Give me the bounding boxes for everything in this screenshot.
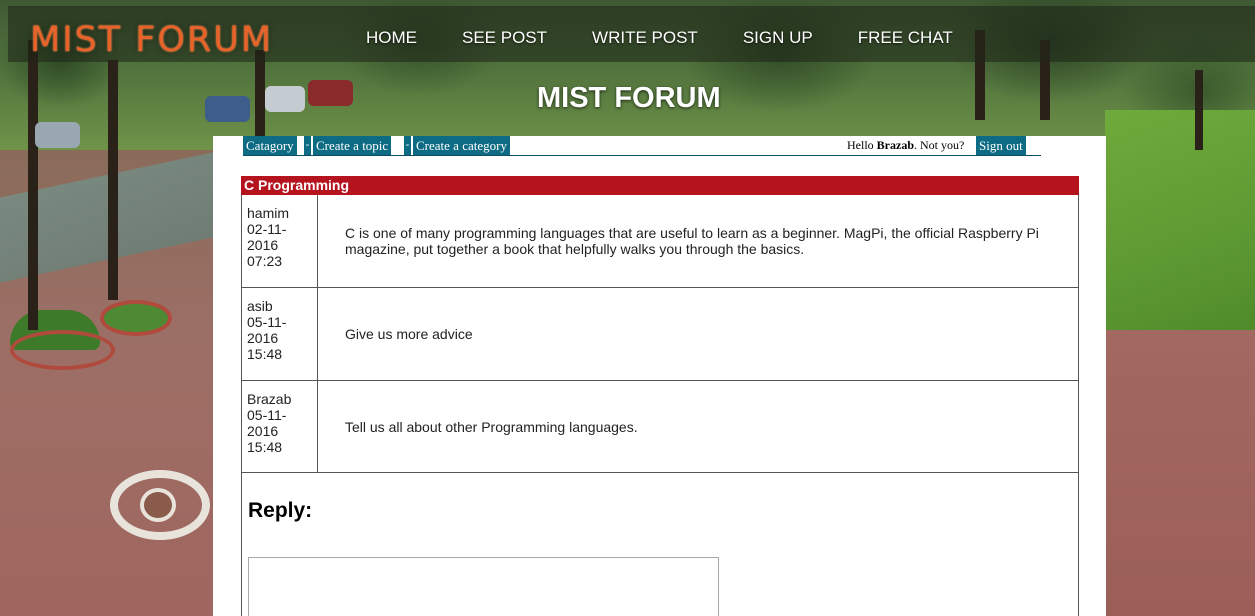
sign-out-button[interactable]: Sign out: [976, 136, 1026, 155]
post-meta: hamim 02-11- 2016 07:23: [242, 195, 318, 287]
category-button[interactable]: Catagory: [243, 136, 297, 155]
post-date: 05-11-: [247, 407, 287, 423]
post-date-year: 2016: [247, 237, 279, 253]
bg-car: [265, 86, 305, 112]
bg-tree-trunk: [1195, 70, 1203, 150]
bg-car: [308, 80, 353, 106]
nav-free-chat[interactable]: FREE CHAT: [858, 28, 953, 48]
post-date-year: 2016: [247, 330, 279, 346]
greeting-suffix: . Not you?: [914, 138, 965, 152]
post-row: asib 05-11- 2016 15:48 Give us more advi…: [241, 288, 1079, 381]
main-nav: HOME SEE POST WRITE POST SIGN UP FREE CH…: [366, 28, 998, 48]
post-text: Tell us all about other Programming lang…: [345, 418, 638, 435]
post-row: hamim 02-11- 2016 07:23 C is one of many…: [241, 195, 1079, 288]
create-category-button[interactable]: Create a category: [413, 136, 510, 155]
reply-section: Reply:: [241, 473, 1079, 616]
bg-tree-trunk: [255, 50, 265, 140]
bg-tree-trunk: [108, 60, 118, 300]
topic-title: C Programming: [241, 176, 1079, 195]
post-text: C is one of many programming languages t…: [345, 225, 1039, 257]
bg-car: [35, 122, 80, 148]
nav-home[interactable]: HOME: [366, 28, 417, 48]
post-date-year: 2016: [247, 423, 279, 439]
site-logo[interactable]: MIST FORUM: [30, 20, 273, 60]
top-nav-bar: MIST FORUM HOME SEE POST WRITE POST SIGN…: [8, 6, 1255, 62]
post-time: 07:23: [247, 253, 283, 269]
post-time: 15:48: [247, 439, 283, 455]
post-row: Brazab 05-11- 2016 15:48 Tell us all abo…: [241, 381, 1079, 473]
post-text: Give us more advice: [345, 326, 473, 342]
post-date: 05-11-: [247, 314, 287, 330]
post-meta: asib 05-11- 2016 15:48: [242, 288, 318, 380]
topic-table: C Programming hamim 02-11- 2016 07:23 C …: [241, 176, 1079, 616]
bg-planter: [100, 300, 172, 336]
reply-heading: Reply:: [248, 499, 313, 522]
separator: -: [404, 136, 411, 155]
bg-car: [205, 96, 250, 122]
bg-lawn: [1105, 110, 1255, 335]
bg-plaza-right: [1105, 330, 1255, 616]
reply-textarea[interactable]: [248, 557, 719, 616]
nav-sign-up[interactable]: SIGN UP: [743, 28, 813, 48]
greeting: Hello Brazab. Not you?: [847, 136, 964, 155]
bg-planter: [10, 330, 115, 370]
page-title: MIST FORUM: [537, 82, 721, 114]
post-author: hamim: [247, 205, 290, 221]
post-date: 02-11-: [247, 221, 287, 237]
nav-see-post[interactable]: SEE POST: [462, 28, 547, 48]
bg-eye-sculpture-inner: [140, 488, 176, 522]
post-author: Brazab: [247, 391, 292, 407]
greeting-username: Brazab: [876, 138, 915, 152]
post-meta: Brazab 05-11- 2016 15:48: [242, 381, 318, 472]
post-author: asib: [247, 298, 273, 314]
content-panel: Catagory - Create a topic - Create a cat…: [213, 136, 1106, 616]
greeting-prefix: Hello: [847, 138, 874, 152]
post-time: 15:48: [247, 346, 283, 362]
nav-write-post[interactable]: WRITE POST: [592, 28, 698, 48]
user-bar: Catagory - Create a topic - Create a cat…: [243, 136, 1041, 156]
separator: -: [304, 136, 311, 155]
create-topic-button[interactable]: Create a topic: [313, 136, 392, 155]
bg-tree-trunk: [28, 40, 38, 330]
